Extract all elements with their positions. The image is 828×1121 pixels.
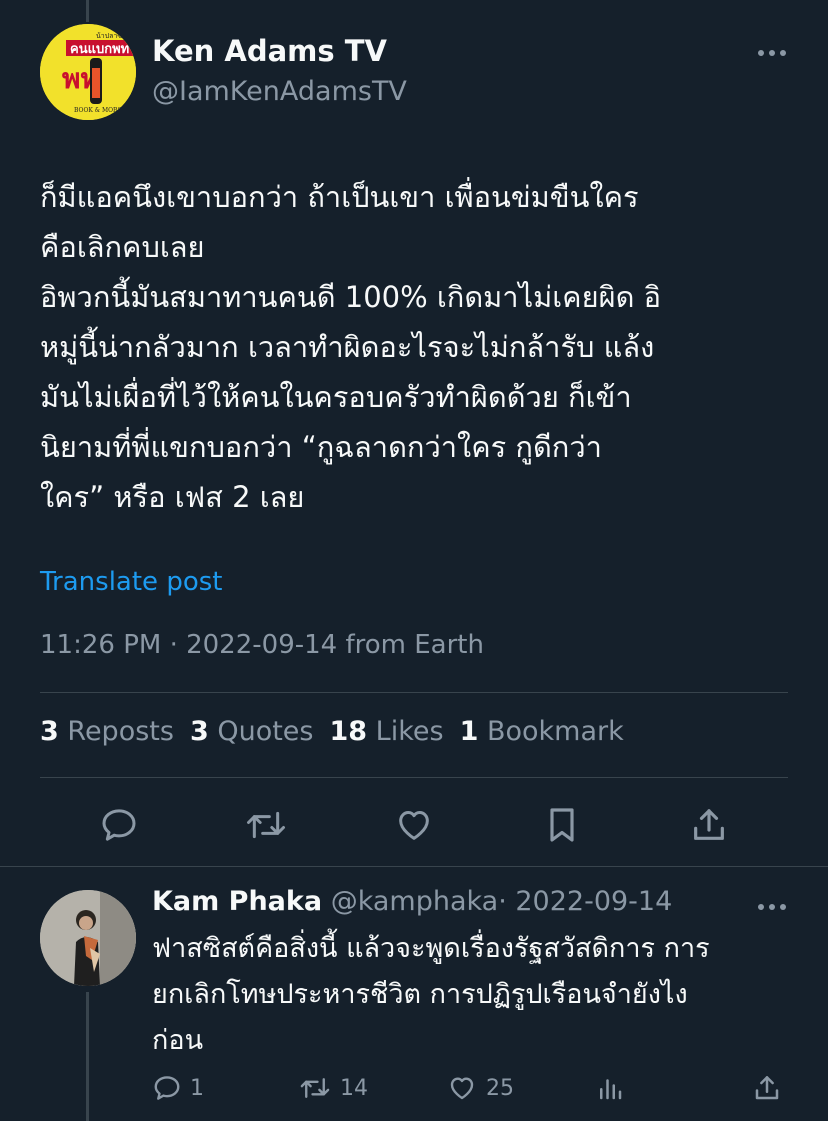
reply-text-line: ฟาสซิสต์คือสิ่งนี้ แล้วจะพูดเรื่องรัฐสวั… bbox=[152, 933, 710, 964]
avatar-text-top: น้าปลาซิ่ว bbox=[96, 31, 126, 40]
reply-more-options-icon[interactable] bbox=[752, 892, 792, 922]
post-text-line: คือเลิกคบเลย bbox=[40, 230, 205, 264]
reply-author-handle[interactable]: @kamphaka bbox=[331, 886, 499, 917]
reply-reply-button[interactable]: 1 bbox=[152, 1066, 204, 1110]
reply-repost-button[interactable]: 14 bbox=[298, 1066, 368, 1110]
views-button[interactable] bbox=[595, 1066, 625, 1110]
quotes-label: Quotes bbox=[217, 716, 314, 747]
likes-label: Likes bbox=[375, 716, 444, 747]
author-name[interactable]: Ken Adams TV bbox=[152, 34, 387, 68]
post-text-line: ใคร” หรือ เฟส 2 เลย bbox=[40, 480, 305, 514]
reply-text-line: ก่อน bbox=[152, 1025, 204, 1056]
bookmarks-stat[interactable]: 1 Bookmark bbox=[460, 716, 624, 747]
divider bbox=[40, 692, 788, 693]
post-action-bar bbox=[0, 800, 828, 852]
like-icon bbox=[446, 1073, 478, 1103]
reply-like-button[interactable]: 25 bbox=[446, 1066, 514, 1110]
reply-text: ฟาสซิสต์คือสิ่งนี้ แล้วจะพูดเรื่องรัฐสวั… bbox=[152, 926, 792, 1064]
likes-stat[interactable]: 18 Likes bbox=[329, 716, 443, 747]
like-count: 25 bbox=[486, 1075, 514, 1101]
reply-author-avatar[interactable] bbox=[40, 890, 136, 986]
bookmarks-count: 1 bbox=[459, 716, 479, 747]
reply-author-name[interactable]: Kam Phaka bbox=[152, 886, 322, 917]
reply-icon bbox=[152, 1073, 182, 1103]
author-avatar[interactable]: น้าปลาซิ่ว คนแบกพท พท BOOK & MOBSTER bbox=[40, 24, 136, 120]
reposts-count: 3 bbox=[40, 716, 59, 747]
reply-action-bar: 1 14 25 bbox=[0, 1066, 828, 1110]
post-stats: 3 Reposts 3 Quotes 18 Likes 1 Bookmark bbox=[40, 716, 624, 747]
reposts-stat[interactable]: 3 Reposts bbox=[40, 716, 174, 747]
divider bbox=[40, 777, 788, 778]
author-handle[interactable]: @IamKenAdamsTV bbox=[152, 76, 407, 107]
repost-icon bbox=[298, 1073, 332, 1103]
avatar-text-main: คนแบกพท bbox=[70, 42, 129, 57]
bookmarks-label: Bookmark bbox=[486, 716, 624, 747]
post-timestamp[interactable]: 11:26 PM · 2022-09-14 from Earth bbox=[40, 630, 484, 660]
repost-count: 14 bbox=[340, 1075, 368, 1101]
post-text-line: มันไม่เผื่อที่ไว้ให้คนในครอบครัวทำผิดด้ว… bbox=[40, 380, 632, 414]
thread-line-top bbox=[86, 0, 89, 22]
reposts-label: Reposts bbox=[67, 716, 174, 747]
more-options-icon[interactable] bbox=[752, 38, 792, 68]
like-icon[interactable] bbox=[389, 800, 439, 850]
reply-count: 1 bbox=[190, 1075, 204, 1101]
translate-post-link[interactable]: Translate post bbox=[40, 567, 222, 597]
post-text-line: นิยามที่พี่แขกบอกว่า “กูฉลาดกว่าใคร กูดี… bbox=[40, 430, 602, 464]
repost-icon[interactable] bbox=[241, 800, 291, 850]
post-text-line: ก็มีแอคนึงเขาบอกว่า ถ้าเป็นเขา เพื่อนข่ม… bbox=[40, 180, 639, 214]
divider bbox=[0, 866, 828, 867]
post-text: ก็มีแอคนึงเขาบอกว่า ถ้าเป็นเขา เพื่อนข่ม… bbox=[40, 172, 780, 522]
reply-date[interactable]: · 2022-09-14 bbox=[498, 886, 672, 917]
quotes-stat[interactable]: 3 Quotes bbox=[190, 716, 314, 747]
avatar-text-bottom: BOOK & MOBSTER bbox=[74, 107, 135, 114]
reply-icon[interactable] bbox=[94, 800, 144, 850]
reply-header: Kam Phaka @kamphaka· 2022-09-14 bbox=[152, 886, 672, 917]
post-text-line: หมู่นี้น่ากลัวมาก เวลาทำผิดอะไรจะไม่กล้า… bbox=[40, 330, 655, 364]
analytics-icon bbox=[595, 1073, 625, 1103]
post-text-line: อิพวกนี้มันสมาทานคนดี 100% เกิดมาไม่เคยผ… bbox=[40, 280, 662, 314]
reply-text-line: ยกเลิกโทษประหารชีวิต การปฏิรูปเรือนจำยัง… bbox=[152, 979, 688, 1010]
quotes-count: 3 bbox=[189, 716, 209, 747]
share-icon bbox=[752, 1073, 782, 1103]
reply-share-button[interactable] bbox=[752, 1066, 782, 1110]
likes-count: 18 bbox=[329, 716, 368, 747]
share-icon[interactable] bbox=[684, 800, 734, 850]
bookmark-icon[interactable] bbox=[537, 800, 587, 850]
